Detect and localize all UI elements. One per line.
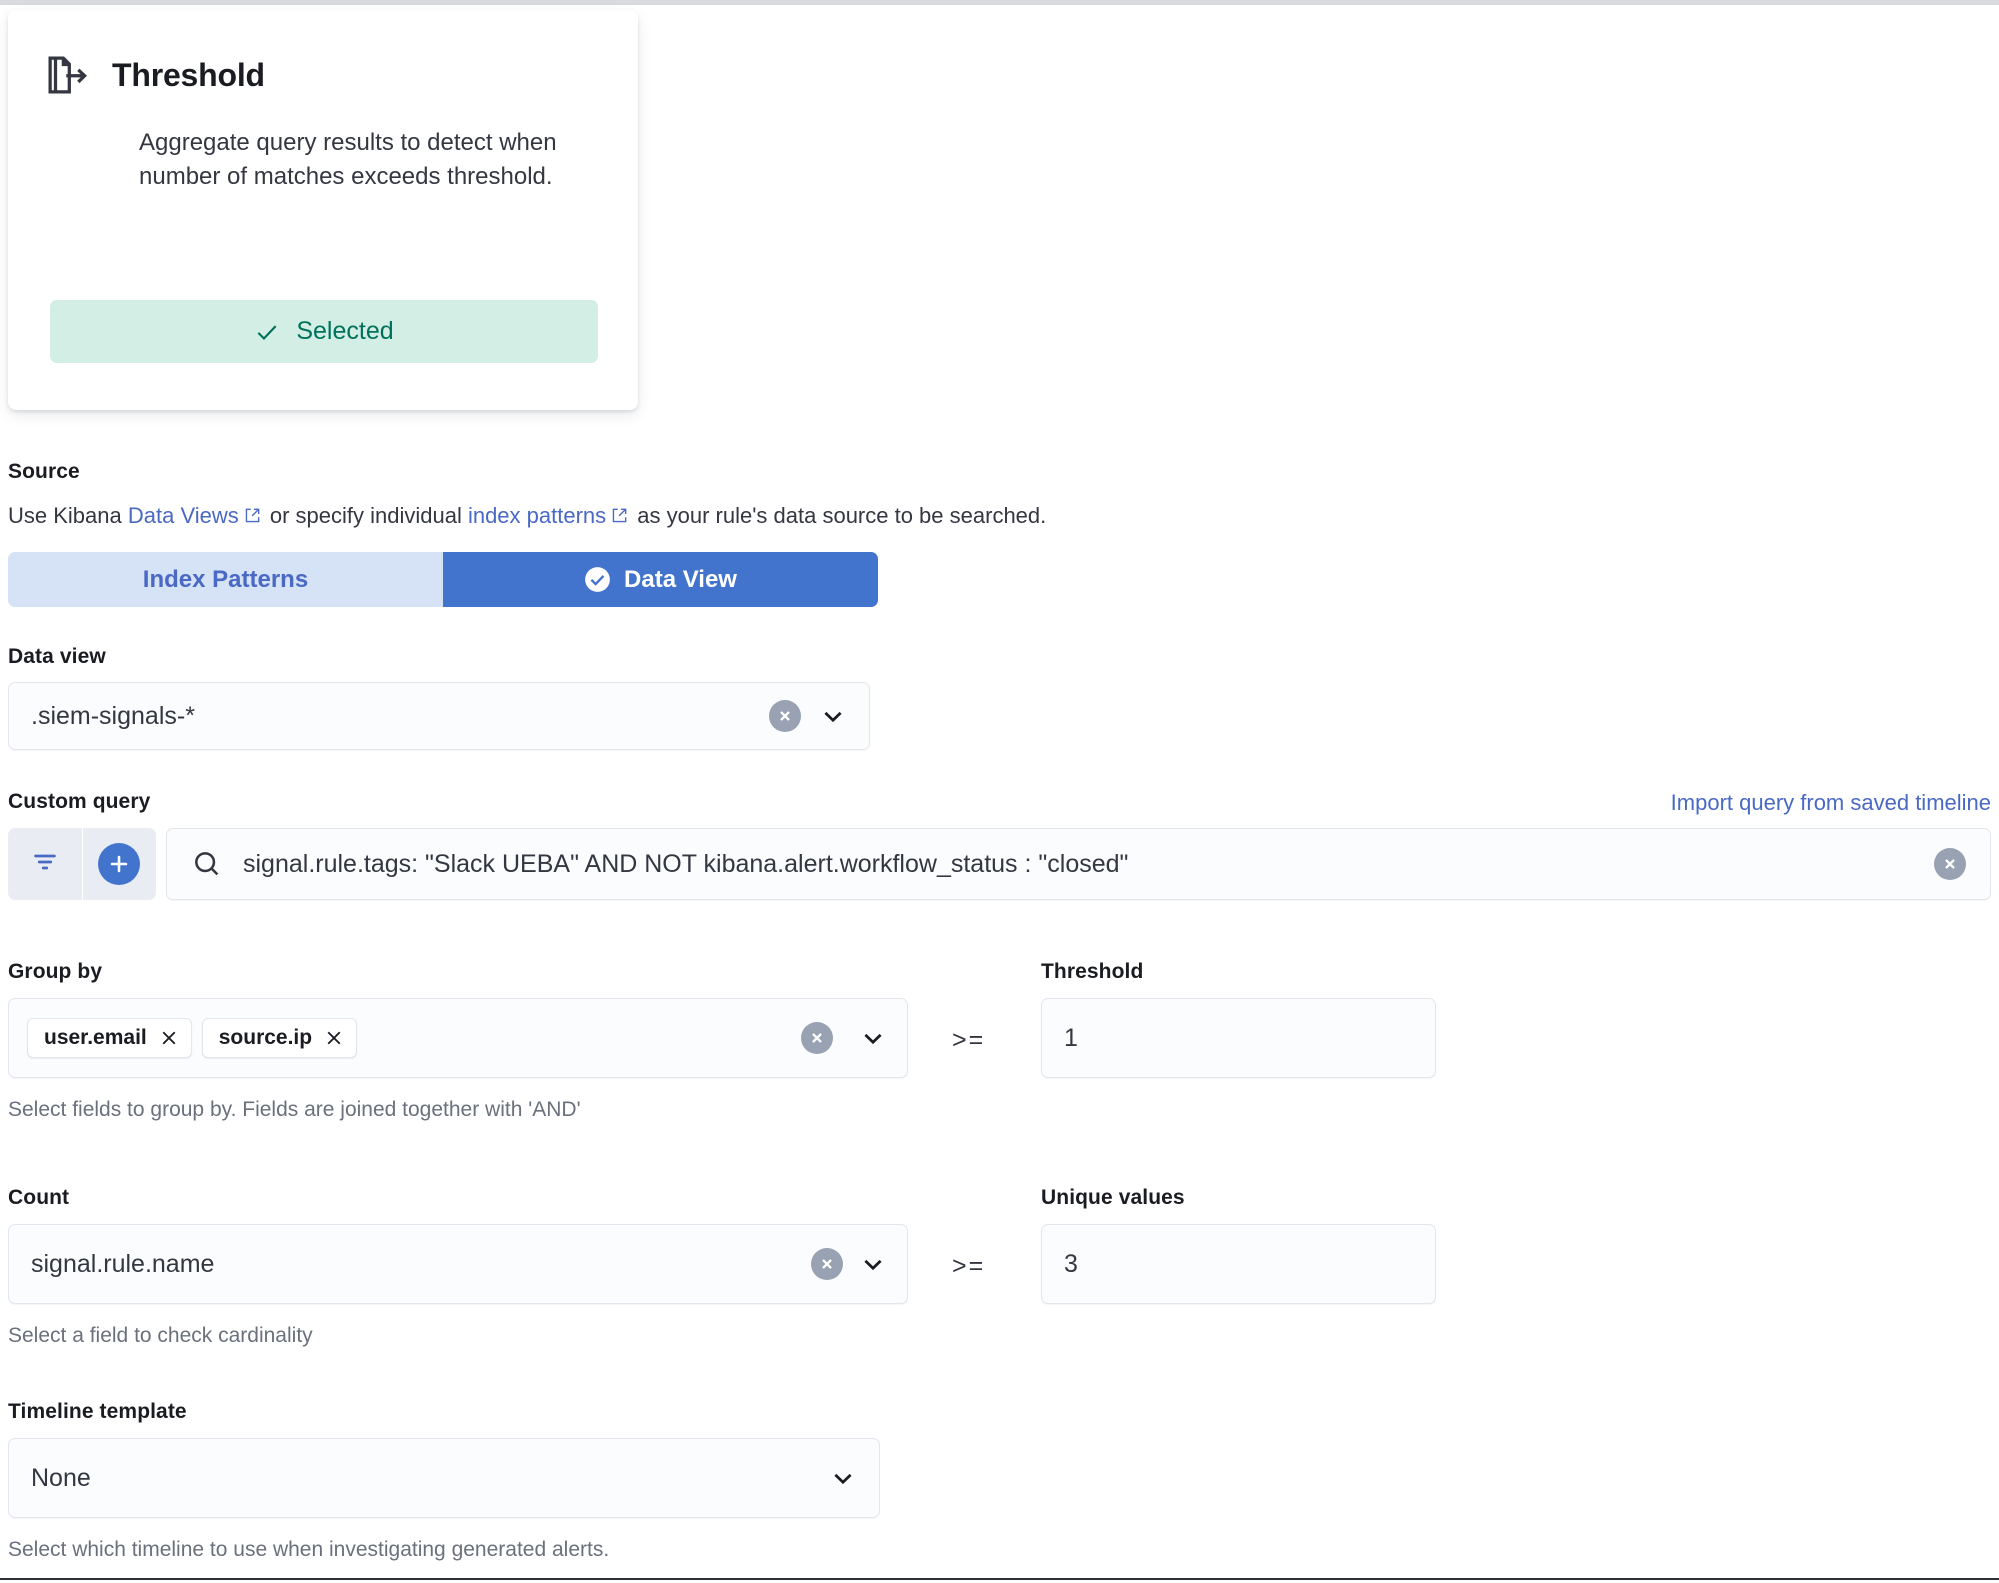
add-filter-button[interactable] <box>82 828 156 900</box>
threshold-value: 1 <box>1064 1023 1078 1052</box>
threshold-label: Threshold <box>1041 960 1144 983</box>
group-by-pill-label: source.ip <box>218 1026 313 1049</box>
count-help-text: Select a field to check cardinality <box>8 1324 313 1347</box>
timeline-template-label: Timeline template <box>8 1400 187 1423</box>
group-by-pill-label: user.email <box>44 1026 147 1049</box>
chevron-down-icon[interactable] <box>829 1464 857 1492</box>
source-description: Use Kibana Data Views or specify individ… <box>8 503 1046 529</box>
tab-data-view[interactable]: Data View <box>443 552 878 607</box>
rule-type-selected-badge[interactable]: Selected <box>50 300 598 363</box>
remove-pill-icon[interactable] <box>324 1028 344 1048</box>
chevron-down-icon[interactable] <box>859 1250 887 1278</box>
index-patterns-link[interactable]: index patterns <box>468 503 606 528</box>
threshold-value-input[interactable]: 1 <box>1041 998 1436 1078</box>
filter-icon <box>30 847 60 882</box>
custom-query-input[interactable]: signal.rule.tags: "Slack UEBA" AND NOT k… <box>243 850 1914 879</box>
data-view-value: .siem-signals-* <box>31 701 195 730</box>
cut-off-top-strip <box>0 0 1999 10</box>
check-circle-icon <box>584 566 611 593</box>
tab-data-view-label: Data View <box>624 565 737 593</box>
unique-values-input[interactable]: 3 <box>1041 1224 1436 1304</box>
tab-index-patterns[interactable]: Index Patterns <box>8 552 443 607</box>
data-views-link[interactable]: Data Views <box>128 503 239 528</box>
group-by-pill[interactable]: source.ip <box>201 1018 358 1058</box>
data-view-label: Data view <box>8 645 106 668</box>
timeline-template-select[interactable]: None <box>8 1438 880 1518</box>
rule-type-selected-label: Selected <box>296 317 394 345</box>
data-view-select[interactable]: .siem-signals-* <box>8 682 870 750</box>
source-desc-suffix: as your rule's data source to be searche… <box>631 503 1047 528</box>
chevron-down-icon[interactable] <box>819 702 847 730</box>
count-value: signal.rule.name <box>31 1249 215 1278</box>
check-icon <box>254 319 280 345</box>
source-desc-middle: or specify individual <box>263 503 468 528</box>
clear-circle-icon[interactable] <box>811 1248 843 1280</box>
rule-type-card-header: Threshold <box>8 10 638 98</box>
timeline-template-help-text: Select which timeline to use when invest… <box>8 1538 610 1561</box>
rule-definition-form: Threshold Aggregate query results to det… <box>0 0 1999 1583</box>
rule-type-card-description: Aggregate query results to detect when n… <box>139 129 557 191</box>
query-bar-buttons <box>8 828 156 900</box>
group-by-pill[interactable]: user.email <box>27 1018 192 1058</box>
clear-circle-icon[interactable] <box>1934 848 1966 880</box>
clear-circle-icon[interactable] <box>801 1022 833 1054</box>
unique-values-label: Unique values <box>1041 1186 1185 1209</box>
count-field-select[interactable]: signal.rule.name <box>8 1224 908 1304</box>
bottom-divider <box>0 1578 1999 1580</box>
group-by-help-text: Select fields to group by. Fields are jo… <box>8 1098 581 1121</box>
external-link-icon <box>611 504 628 523</box>
threshold-operator: >= <box>952 1026 986 1054</box>
chevron-down-icon[interactable] <box>859 1024 887 1052</box>
group-by-label: Group by <box>8 960 103 983</box>
clear-circle-icon[interactable] <box>769 700 801 732</box>
source-type-tabs: Index Patterns Data View <box>8 552 878 607</box>
unique-values-value: 3 <box>1064 1249 1078 1278</box>
query-input-wrapper[interactable]: signal.rule.tags: "Slack UEBA" AND NOT k… <box>166 828 1991 900</box>
plus-circle-icon <box>98 843 140 885</box>
search-icon <box>191 848 223 880</box>
custom-query-row: signal.rule.tags: "Slack UEBA" AND NOT k… <box>8 828 1991 900</box>
filter-button[interactable] <box>8 828 82 900</box>
import-query-from-saved-timeline-link[interactable]: Import query from saved timeline <box>1671 790 1991 816</box>
count-label: Count <box>8 1186 70 1209</box>
custom-query-label: Custom query <box>8 790 151 813</box>
tab-index-patterns-label: Index Patterns <box>142 565 309 593</box>
unique-values-operator: >= <box>952 1252 986 1280</box>
window-chrome-edge <box>0 0 1999 5</box>
timeline-template-value: None <box>31 1463 91 1492</box>
external-link-icon <box>244 504 261 523</box>
group-by-combobox[interactable]: user.email source.ip <box>8 998 908 1078</box>
source-desc-prefix: Use Kibana <box>8 503 128 528</box>
rule-type-card-threshold[interactable]: Threshold Aggregate query results to det… <box>8 10 638 410</box>
rule-type-card-title: Threshold <box>112 56 265 93</box>
remove-pill-icon[interactable] <box>159 1028 179 1048</box>
source-label: Source <box>8 460 80 483</box>
document-export-icon <box>44 52 90 98</box>
